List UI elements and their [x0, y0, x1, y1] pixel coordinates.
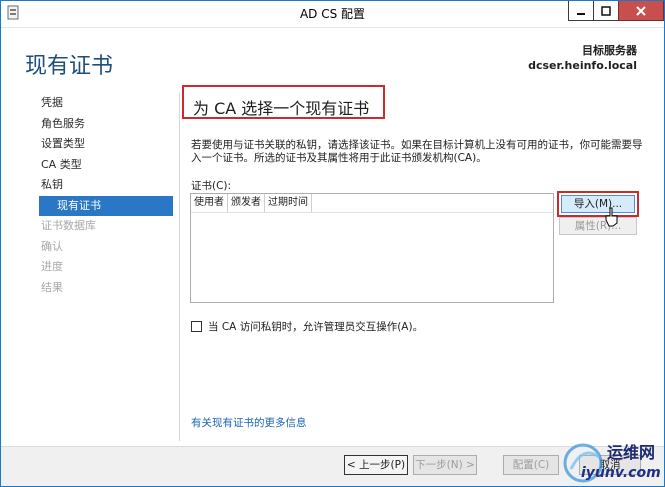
close-button[interactable]: [618, 1, 664, 21]
column-header-expiration[interactable]: 过期时间: [265, 194, 312, 212]
nav-item-cert-database: 证书数据库: [41, 219, 96, 232]
previous-button[interactable]: < 上一步(P): [344, 455, 408, 475]
nav-item-private-key[interactable]: 私钥: [23, 175, 173, 196]
close-icon: [636, 5, 646, 16]
nav-item-credentials[interactable]: 凭据: [23, 93, 173, 114]
column-header-issuer[interactable]: 颁发者: [228, 194, 265, 212]
import-button[interactable]: 导入(M)...: [561, 195, 635, 213]
dialog-window: AD CS 配置 现有证书 目标服务器 dcser.heinfo.local 凭…: [0, 0, 665, 487]
mouse-pointer-icon: [605, 207, 618, 227]
nav-item-confirmation: 确认: [41, 239, 63, 253]
import-button-highlight: 导入(M)...: [557, 191, 639, 217]
column-header-subject[interactable]: 使用者: [191, 194, 228, 212]
watermark-brand: 运维网: [607, 443, 656, 462]
nav-item-existing-certificate[interactable]: 现有证书: [39, 195, 173, 216]
page-title: 现有证书: [25, 54, 114, 79]
caption-buttons: [568, 1, 664, 23]
properties-button: 属性(R)...: [559, 217, 637, 235]
nav-item-setup-type[interactable]: 设置类型: [23, 134, 173, 155]
window-title: AD CS 配置: [299, 7, 366, 21]
nav-item-role-services[interactable]: 角色服务: [23, 114, 173, 135]
next-button: 下一步(N) >: [413, 455, 477, 475]
allow-interaction-checkbox[interactable]: [191, 321, 202, 332]
watermark-url: iyunv.com: [581, 465, 661, 481]
target-server-label: 目标服务器: [582, 44, 637, 57]
certificate-list[interactable]: 使用者 颁发者 过期时间: [190, 193, 554, 303]
maximize-button[interactable]: [593, 1, 619, 21]
certificate-list-header: 使用者 颁发者 过期时间: [191, 194, 553, 213]
configure-button: 配置(C): [503, 455, 559, 475]
minimize-icon: [577, 12, 585, 15]
description-text: 若要使用与证书关联的私钥，请选择该证书。如果在目标计算机上没有可用的证书，你可能…: [191, 139, 643, 164]
maximize-icon: [601, 5, 611, 16]
page-header: 现有证书 目标服务器 dcser.heinfo.local: [1, 28, 664, 84]
more-info-link[interactable]: 有关现有证书的更多信息: [191, 415, 307, 430]
nav-item-progress: 进度: [41, 260, 63, 273]
content-pane: 为 CA 选择一个现有证书 若要使用与证书关联的私钥，请选择该证书。如果在目标计…: [181, 85, 651, 445]
allow-interaction-label[interactable]: 当 CA 访问私钥时，允许管理员交互操作(A)。: [208, 319, 423, 334]
target-server-name: dcser.heinfo.local: [528, 59, 637, 72]
wizard-nav: 凭据 角色服务 设置类型 CA 类型 私钥 现有证书 证书数据库 确认 进度 结…: [23, 93, 173, 298]
title-bar[interactable]: AD CS 配置: [1, 1, 664, 28]
nav-item-ca-type[interactable]: CA 类型: [23, 155, 173, 176]
site-watermark: 运维网 iyunv.com: [557, 437, 664, 486]
certificate-list-label: 证书(C):: [191, 180, 232, 192]
section-title-highlight: 为 CA 选择一个现有证书: [182, 85, 385, 119]
nav-item-results: 结果: [41, 280, 63, 294]
allow-interaction-row[interactable]: 当 CA 访问私钥时，允许管理员交互操作(A)。: [191, 319, 423, 334]
minimize-button[interactable]: [568, 1, 594, 21]
section-title: 为 CA 选择一个现有证书: [193, 99, 370, 118]
nav-divider: [179, 93, 180, 441]
